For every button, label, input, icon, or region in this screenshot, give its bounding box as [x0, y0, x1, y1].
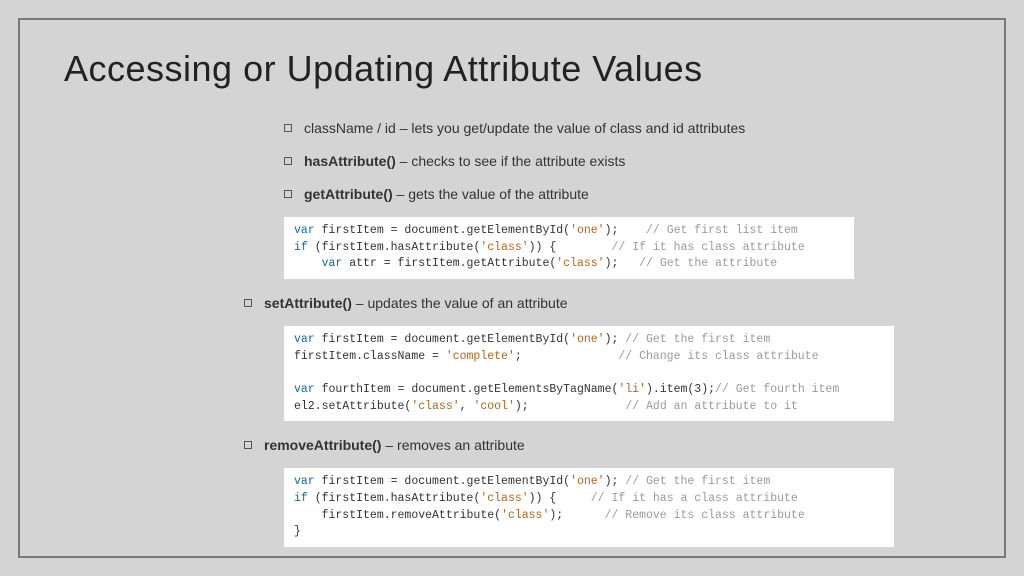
- code-keyword: if: [294, 492, 308, 505]
- bullet-list: removeAttribute() – removes an attribute: [244, 435, 960, 456]
- bullet-icon: [244, 299, 252, 307]
- code-block: var firstItem = document.getElementById(…: [284, 326, 894, 421]
- code-text: );: [605, 224, 619, 237]
- code-text: firstItem = document.getElementById(: [315, 475, 570, 488]
- bullet-desc: – removes an attribute: [381, 437, 524, 453]
- list-item: removeAttribute() – removes an attribute: [244, 435, 960, 456]
- code-keyword: var: [322, 257, 343, 270]
- code-comment: // If it has a class attribute: [591, 492, 798, 505]
- code-text: );: [549, 509, 563, 522]
- code-block: var firstItem = document.getElementById(…: [284, 217, 854, 279]
- code-text: ;: [515, 350, 522, 363]
- bullet-list: className / id – lets you get/update the…: [284, 118, 960, 205]
- code-text: el2.setAttribute(: [294, 400, 411, 413]
- code-string: 'class': [480, 241, 528, 254]
- code-string: 'one': [570, 224, 605, 237]
- code-comment: // Add an attribute to it: [625, 400, 798, 413]
- code-keyword: var: [294, 224, 315, 237]
- list-item: className / id – lets you get/update the…: [284, 118, 960, 139]
- bullet-text: hasAttribute() – checks to see if the at…: [304, 151, 625, 172]
- code-comment: // Get fourth item: [715, 383, 839, 396]
- bullet-icon: [244, 441, 252, 449]
- code-keyword: var: [294, 333, 315, 346]
- slide-frame: Accessing or Updating Attribute Values c…: [18, 18, 1006, 558]
- code-text: ).item(3);: [646, 383, 715, 396]
- bullet-text: setAttribute() – updates the value of an…: [264, 293, 568, 314]
- code-text: );: [605, 257, 619, 270]
- code-comment: // Get the first item: [625, 475, 770, 488]
- code-text: }: [294, 525, 301, 538]
- code-text: )) {: [529, 241, 557, 254]
- code-text: fourthItem = document.getElementsByTagNa…: [315, 383, 619, 396]
- code-keyword: var: [294, 475, 315, 488]
- method-name: removeAttribute(): [264, 437, 381, 453]
- code-string: 'class': [480, 492, 528, 505]
- method-name: getAttribute(): [304, 186, 393, 202]
- code-text: );: [605, 475, 619, 488]
- code-text: );: [515, 400, 529, 413]
- code-text: )) {: [529, 492, 557, 505]
- code-text: firstItem = document.getElementById(: [315, 224, 570, 237]
- bullet-icon: [284, 190, 292, 198]
- bullet-desc: – updates the value of an attribute: [352, 295, 568, 311]
- code-text: firstItem.className =: [294, 350, 446, 363]
- code-keyword: var: [294, 383, 315, 396]
- list-item: hasAttribute() – checks to see if the at…: [284, 151, 960, 172]
- code-string: 'class': [411, 400, 459, 413]
- bullet-list: setAttribute() – updates the value of an…: [244, 293, 960, 314]
- code-string: 'class': [501, 509, 549, 522]
- code-text: ,: [460, 400, 474, 413]
- code-keyword: if: [294, 241, 308, 254]
- code-string: 'li': [618, 383, 646, 396]
- code-comment: // Get first list item: [646, 224, 798, 237]
- code-text: attr = firstItem.getAttribute(: [342, 257, 556, 270]
- code-text: (firstItem.hasAttribute(: [308, 492, 481, 505]
- code-string: 'one': [570, 333, 605, 346]
- bullet-desc: – checks to see if the attribute exists: [396, 153, 626, 169]
- code-comment: // Get the attribute: [639, 257, 777, 270]
- code-text: firstItem = document.getElementById(: [315, 333, 570, 346]
- bullet-text: getAttribute() – gets the value of the a…: [304, 184, 589, 205]
- list-item: getAttribute() – gets the value of the a…: [284, 184, 960, 205]
- code-string: 'complete': [446, 350, 515, 363]
- method-name: hasAttribute(): [304, 153, 396, 169]
- method-name: setAttribute(): [264, 295, 352, 311]
- code-string: 'class': [556, 257, 604, 270]
- bullet-icon: [284, 124, 292, 132]
- page-title: Accessing or Updating Attribute Values: [64, 48, 960, 90]
- list-item: setAttribute() – updates the value of an…: [244, 293, 960, 314]
- code-comment: // Change its class attribute: [618, 350, 818, 363]
- bullet-desc: – gets the value of the attribute: [393, 186, 589, 202]
- code-text: firstItem.removeAttribute(: [294, 509, 501, 522]
- code-comment: // Get the first item: [625, 333, 770, 346]
- code-block: var firstItem = document.getElementById(…: [284, 468, 894, 547]
- bullet-icon: [284, 157, 292, 165]
- code-text: (firstItem.hasAttribute(: [308, 241, 481, 254]
- bullet-text: removeAttribute() – removes an attribute: [264, 435, 525, 456]
- bullet-text: className / id – lets you get/update the…: [304, 118, 745, 139]
- code-string: 'cool': [473, 400, 514, 413]
- code-string: 'one': [570, 475, 605, 488]
- code-text: );: [605, 333, 619, 346]
- code-comment: // Remove its class attribute: [605, 509, 805, 522]
- code-comment: // If it has class attribute: [611, 241, 804, 254]
